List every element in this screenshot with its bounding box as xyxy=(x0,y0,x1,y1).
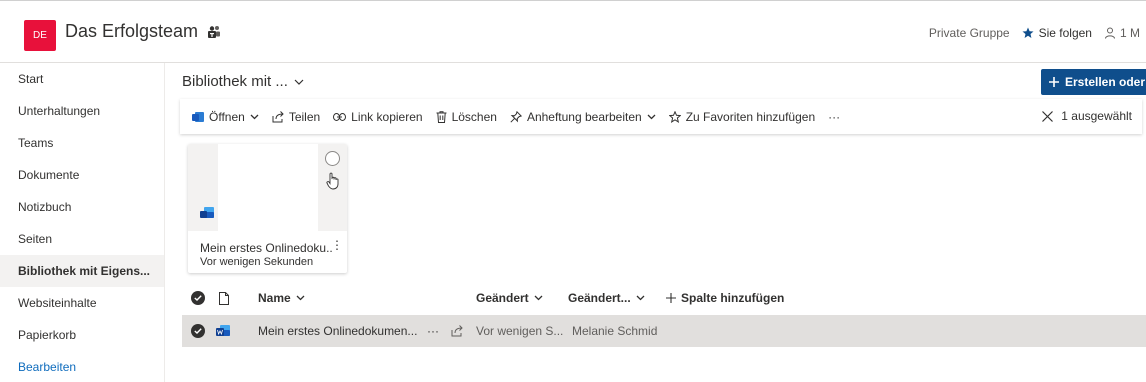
left-navigation: Start Unterhaltungen Teams Dokumente Not… xyxy=(0,63,165,382)
nav-item-teams[interactable]: Teams xyxy=(0,127,164,159)
row-more-button[interactable]: ··· xyxy=(427,315,439,347)
nav-item-documents[interactable]: Dokumente xyxy=(0,159,164,191)
checkmark-circle-icon xyxy=(191,291,205,305)
share-label: Teilen xyxy=(288,109,321,124)
add-column-button[interactable]: Spalte hinzufügen xyxy=(666,283,784,313)
nav-item-start[interactable]: Start xyxy=(0,63,164,95)
checkmark-circle-icon xyxy=(191,324,205,338)
open-button[interactable]: Öffnen xyxy=(192,110,259,124)
library-main: Bibliothek mit ... Erstellen oder Öffnen xyxy=(166,63,1146,382)
word-app-icon xyxy=(192,111,204,122)
pin-label: Anheftung bearbeiten xyxy=(526,109,642,124)
favorite-label: Zu Favoriten hinzufügen xyxy=(685,109,816,124)
nav-edit-link[interactable]: Bearbeiten xyxy=(0,351,164,382)
privacy-label: Private Gruppe xyxy=(928,26,1010,40)
row-modified-by[interactable]: Melanie Schmid xyxy=(572,315,657,347)
follow-label: Sie folgen xyxy=(1038,26,1092,40)
site-header: DE Das Erfolgsteam Private Gruppe Sie fo… xyxy=(0,0,1146,62)
word-file-icon xyxy=(200,207,214,218)
star-filled-icon xyxy=(1022,27,1034,38)
tile-select-checkbox[interactable] xyxy=(325,151,340,166)
word-file-icon xyxy=(216,315,230,347)
tile-thumbnail xyxy=(218,144,318,231)
nav-item-recycle-bin[interactable]: Papierkorb xyxy=(0,319,164,351)
tile-file-name[interactable]: Mein erstes Onlinedoku... xyxy=(200,241,333,255)
table-row[interactable]: Mein erstes Onlinedokumen... ··· Vor wen… xyxy=(182,315,1146,347)
tile-modified: Vor wenigen Sekunden xyxy=(200,256,314,268)
selected-count-label: 1 ausgewählt xyxy=(1061,109,1132,123)
tile-more-button[interactable]: ⋮ xyxy=(331,238,343,252)
row-share-button[interactable] xyxy=(451,315,463,347)
copy-link-label: Link kopieren xyxy=(351,109,423,124)
share-icon xyxy=(451,325,463,337)
modified-header-label: Geändert xyxy=(476,291,529,305)
add-column-label: Spalte hinzufügen xyxy=(681,291,785,305)
row-select-checkbox[interactable] xyxy=(191,315,205,347)
person-icon xyxy=(1104,27,1115,39)
create-button[interactable]: Erstellen oder xyxy=(1041,69,1146,95)
close-icon xyxy=(1042,110,1054,122)
chevron-down-icon xyxy=(647,114,656,119)
chevron-down-icon xyxy=(296,295,305,301)
star-outline-icon xyxy=(668,110,681,123)
command-bar: Öffnen Teilen Link kopieren Löschen Anhe… xyxy=(180,99,1142,134)
nav-item-pages[interactable]: Seiten xyxy=(0,223,164,255)
more-commands-label: ··· xyxy=(828,109,841,124)
more-commands-button[interactable]: ··· xyxy=(828,110,840,124)
modified-by-header-label: Geändert... xyxy=(568,291,631,305)
chevron-down-icon xyxy=(250,114,259,119)
site-title[interactable]: Das Erfolgsteam xyxy=(65,21,198,42)
chevron-down-icon xyxy=(294,79,304,85)
teams-icon xyxy=(208,26,220,38)
document-icon xyxy=(219,291,229,305)
library-title: Bibliothek mit ... xyxy=(182,73,288,90)
create-button-label: Erstellen oder xyxy=(1065,75,1146,89)
row-file-name[interactable]: Mein erstes Onlinedokumen... xyxy=(258,315,417,347)
plus-icon xyxy=(666,293,676,303)
modified-column-header[interactable]: Geändert xyxy=(476,283,543,313)
row-modified: Vor wenigen S... xyxy=(476,324,564,338)
select-all-checkbox[interactable] xyxy=(191,283,205,313)
modified-by-column-header[interactable]: Geändert... xyxy=(568,283,645,313)
name-column-header[interactable]: Name xyxy=(258,283,305,313)
library-title-dropdown[interactable]: Bibliothek mit ... xyxy=(182,73,304,90)
chevron-down-icon xyxy=(636,295,645,301)
trash-icon xyxy=(436,110,447,123)
clear-selection-button[interactable]: 1 ausgewählt xyxy=(1042,109,1132,123)
nav-item-library[interactable]: Bibliothek mit Eigens... xyxy=(0,255,164,287)
name-header-label: Name xyxy=(258,291,291,305)
copy-link-button[interactable]: Link kopieren xyxy=(333,109,423,124)
follow-button[interactable]: Sie folgen xyxy=(1022,26,1092,40)
chevron-down-icon xyxy=(534,295,543,301)
nav-item-notebook[interactable]: Notizbuch xyxy=(0,191,164,223)
share-icon xyxy=(272,110,284,122)
members-button[interactable]: 1 M xyxy=(1104,26,1140,40)
plus-icon xyxy=(1049,77,1059,87)
members-label: 1 M xyxy=(1119,26,1140,40)
nav-item-conversations[interactable]: Unterhaltungen xyxy=(0,95,164,127)
pin-icon xyxy=(510,110,522,123)
site-logo-text: DE xyxy=(33,30,47,41)
delete-button[interactable]: Löschen xyxy=(436,110,497,124)
pin-button[interactable]: Anheftung bearbeiten xyxy=(510,110,656,124)
site-logo[interactable]: DE xyxy=(24,20,56,51)
delete-label: Löschen xyxy=(451,109,497,124)
file-tile[interactable]: Mein erstes Onlinedoku... ⋮ Vor wenigen … xyxy=(188,144,347,273)
list-header: Name Geändert Geändert... Spalte hinzufü… xyxy=(182,283,1146,313)
hand-cursor-icon xyxy=(326,172,339,190)
nav-item-site-contents[interactable]: Websiteinhalte xyxy=(0,287,164,319)
file-type-column-header[interactable] xyxy=(219,283,229,313)
open-label: Öffnen xyxy=(209,109,245,124)
share-button[interactable]: Teilen xyxy=(272,110,320,124)
favorite-button[interactable]: Zu Favoriten hinzufügen xyxy=(668,109,816,124)
link-icon xyxy=(333,112,347,121)
